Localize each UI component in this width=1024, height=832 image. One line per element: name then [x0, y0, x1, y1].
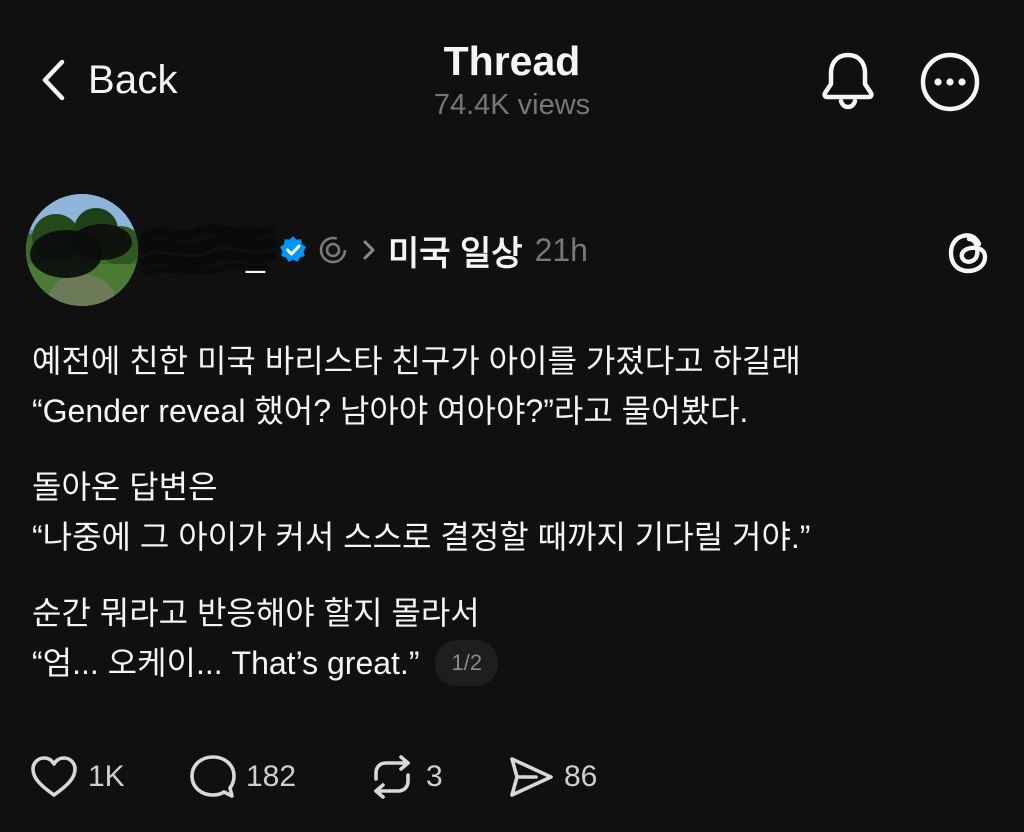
chevron-right-icon	[363, 240, 375, 260]
threads-logo-icon	[948, 233, 988, 274]
post-line: 예전에 친한 미국 바리스타 친구가 아이를 가졌다고 하길래	[32, 343, 801, 379]
post-body: 예전에 친한 미국 바리스타 친구가 아이를 가졌다고 하길래 “Gender …	[32, 336, 992, 689]
comment-icon	[190, 755, 236, 798]
post-line: 돌아온 답변은	[32, 469, 218, 505]
repost-count: 3	[426, 760, 443, 793]
reply-count: 182	[246, 760, 297, 793]
post-paragraph: 순간 뭐라고 반응해야 할지 몰라서 “엄... 오케이... That’s g…	[32, 588, 992, 689]
back-label: Back	[88, 57, 178, 102]
like-button[interactable]: 1K	[30, 755, 190, 799]
post-line: “엄... 오케이... That’s great.”	[32, 645, 420, 681]
like-count: 1K	[88, 760, 125, 793]
post-line: “나중에 그 아이가 커서 스스로 결정할 때까지 기다릴 거야.”	[32, 519, 811, 555]
repost-button[interactable]: 3	[368, 755, 508, 799]
post-timestamp: 21h	[534, 231, 588, 268]
thread-header: Thread 74.4K views	[312, 36, 712, 124]
avatar[interactable]	[26, 194, 138, 306]
page-indicator: 1/2	[435, 639, 499, 686]
heart-icon	[31, 756, 77, 797]
post-paragraph: 돌아온 답변은 “나중에 그 아이가 커서 스스로 결정할 때까지 기다릴 거야…	[32, 462, 992, 562]
verified-badge-icon	[280, 236, 306, 262]
share-button[interactable]: 86	[508, 755, 597, 799]
username-visible-fragment: _	[245, 236, 266, 274]
post-line-with-indicator: “엄... 오케이... That’s great.” 1/2	[32, 638, 992, 689]
back-button[interactable]: Back	[40, 54, 178, 106]
threads-logo-button[interactable]	[946, 228, 992, 276]
notifications-button[interactable]	[820, 50, 876, 110]
more-horizontal-icon	[920, 52, 980, 112]
more-options-button[interactable]	[918, 50, 982, 114]
repost-icon	[374, 755, 410, 799]
topic-tag[interactable]: 미국 일상	[388, 226, 523, 275]
username[interactable]: _	[140, 222, 276, 278]
send-icon	[510, 757, 553, 797]
avatar-image	[26, 194, 138, 306]
page-title: Thread	[443, 38, 581, 84]
post-line: 순간 뭐라고 반응해야 할지 몰라서	[32, 595, 480, 631]
status-ring-icon	[319, 236, 347, 264]
post-line: “Gender reveal 했어? 남아야 여아야?”라고 물어봤다.	[32, 393, 749, 429]
post-actions: 1K 182 3 86	[30, 750, 597, 804]
post-paragraph: 예전에 친한 미국 바리스타 친구가 아이를 가졌다고 하길래 “Gender …	[32, 336, 992, 436]
bell-icon	[822, 52, 874, 110]
redacted-username-scribble: _	[140, 224, 276, 276]
chevron-left-icon	[42, 59, 65, 101]
view-count: 74.4K views	[433, 89, 591, 121]
reply-button[interactable]: 182	[190, 754, 368, 800]
post-author-row: _ 미국 일상 21h	[140, 222, 588, 278]
share-count: 86	[564, 760, 598, 793]
